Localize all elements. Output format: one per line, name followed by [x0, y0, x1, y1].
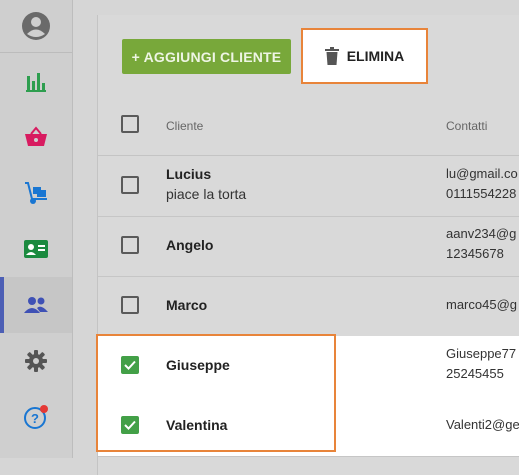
delete-button[interactable]: ELIMINA: [301, 28, 428, 84]
client-name: Giuseppe: [166, 357, 230, 373]
sidebar-item-contacts[interactable]: [0, 221, 72, 277]
contact-card-icon: [24, 240, 48, 258]
client-email: aanv234@g: [446, 226, 517, 241]
client-phone: 25245455: [446, 366, 504, 381]
table-row[interactable]: Valentina Valenti2@ge: [98, 396, 519, 457]
client-phone: 12345678: [446, 246, 504, 261]
svg-text:?: ?: [31, 411, 39, 426]
row-checkbox[interactable]: [121, 356, 139, 374]
client-name: Angelo: [166, 237, 214, 253]
user-avatar-icon[interactable]: [21, 11, 51, 41]
table-row[interactable]: Giuseppe Giuseppe77 25245455: [98, 336, 519, 397]
table-row[interactable]: Angelo aanv234@g 12345678: [98, 216, 519, 277]
people-icon: [24, 297, 48, 313]
table-header: Cliente Contatti: [98, 95, 519, 156]
column-header-contacts: Contatti: [446, 119, 488, 133]
help-icon: ?: [24, 405, 48, 429]
column-header-client: Cliente: [166, 119, 204, 133]
client-email: lu@gmail.co: [446, 166, 518, 181]
client-phone: 0111554228: [446, 186, 517, 201]
trash-icon: [324, 47, 339, 65]
client-note: piace la torta: [166, 186, 247, 202]
row-checkbox[interactable]: [121, 416, 139, 434]
sidebar: ?: [0, 0, 73, 458]
add-client-button[interactable]: + AGGIUNGI CLIENTE: [122, 39, 291, 74]
hand-truck-icon: [25, 182, 47, 204]
sidebar-header: [0, 0, 72, 53]
row-checkbox[interactable]: [121, 176, 139, 194]
sidebar-item-settings[interactable]: [0, 333, 72, 389]
delete-button-label: ELIMINA: [346, 48, 405, 64]
row-checkbox[interactable]: [121, 296, 139, 314]
client-email: marco45@g: [446, 297, 518, 312]
client-email: Giuseppe77: [446, 346, 517, 361]
client-name: Lucius: [166, 166, 212, 182]
bar-chart-icon: [26, 73, 46, 92]
sidebar-item-clients[interactable]: [0, 277, 72, 333]
client-email: Valenti2@ge: [446, 417, 519, 432]
basket-icon: [25, 126, 47, 146]
gear-icon: [25, 350, 47, 372]
client-name: Marco: [166, 297, 208, 313]
sidebar-item-orders[interactable]: [0, 109, 72, 165]
table-row[interactable]: Marco marco45@g: [98, 276, 519, 337]
sidebar-item-deliveries[interactable]: [0, 165, 72, 221]
client-name: Valentina: [166, 417, 228, 433]
select-all-checkbox[interactable]: [121, 115, 139, 133]
sidebar-item-statistics[interactable]: [0, 53, 72, 109]
row-checkbox[interactable]: [121, 236, 139, 254]
table-row[interactable]: Lucius piace la torta lu@gmail.co 011155…: [98, 156, 519, 217]
check-icon: [124, 420, 136, 430]
sidebar-item-help[interactable]: ?: [0, 389, 72, 445]
clients-panel: + AGGIUNGI CLIENTE ELIMINA Cliente Conta…: [97, 15, 519, 475]
check-icon: [124, 360, 136, 370]
